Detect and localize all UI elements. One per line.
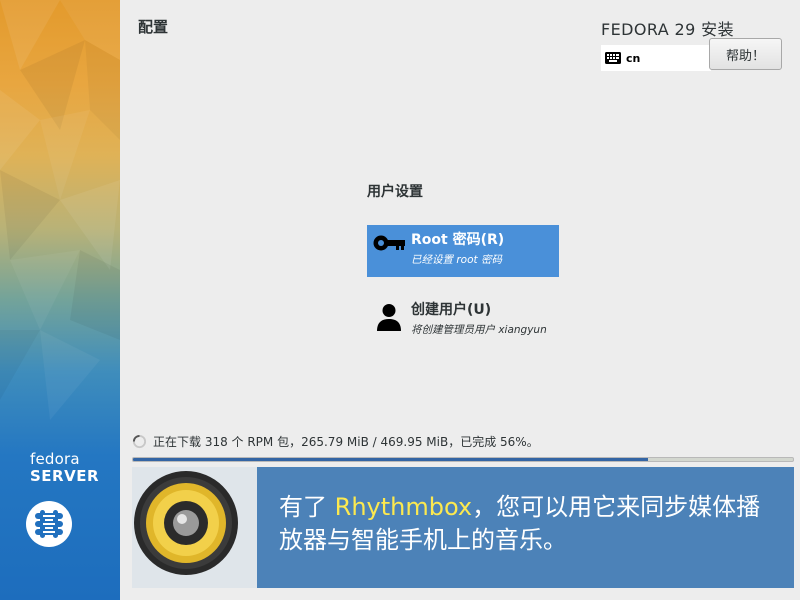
keyboard-icon (605, 52, 621, 64)
product-name: SERVER (30, 467, 100, 485)
banner-text: 有了 Rhythmbox，您可以用它来同步媒体播放器与智能手机上的音乐。 (279, 491, 784, 557)
help-button[interactable]: 帮助！ (709, 38, 782, 70)
user-icon (367, 301, 411, 331)
brand-name: fedora (30, 450, 80, 468)
keyboard-layout-indicator[interactable]: cn (601, 45, 711, 71)
product-title: FEDORA 29 安装 (601, 20, 734, 39)
root-password-spoke-status: 已经设置 root 密码 (411, 254, 502, 266)
anaconda-logo-icon (26, 501, 72, 547)
progress-bar-fill (133, 458, 648, 461)
key-icon (367, 231, 411, 253)
banner-text-prefix: 有了 (279, 493, 335, 521)
root-password-spoke[interactable]: Root 密码(R) 已经设置 root 密码 (367, 225, 559, 277)
banner-highlight: Rhythmbox (334, 493, 473, 521)
speaker-icon (132, 467, 257, 588)
create-user-spoke[interactable]: 创建用户(U) 将创建管理员用户 xiangyun (367, 295, 559, 347)
sidebar: fedora SERVER (0, 0, 120, 600)
keyboard-layout-label: cn (626, 51, 641, 65)
rhythmbox-banner: 有了 Rhythmbox，您可以用它来同步媒体播放器与智能手机上的音乐。 (132, 467, 794, 588)
progress-bar (132, 457, 794, 462)
progress-status: 正在下载 318 个 RPM 包，265.79 MiB / 469.95 MiB… (132, 433, 539, 450)
progress-status-text: 正在下载 318 个 RPM 包，265.79 MiB / 469.95 MiB… (153, 435, 539, 449)
user-settings-title: 用户设置 (367, 184, 423, 200)
spinner-icon (132, 434, 147, 449)
root-password-spoke-title: Root 密码(R) (411, 232, 505, 248)
page-title: 配置 (138, 18, 169, 36)
fedora-server-brand: fedora SERVER (30, 452, 99, 484)
create-user-spoke-title: 创建用户(U) (411, 302, 492, 318)
create-user-spoke-status: 将创建管理员用户 xiangyun (411, 324, 547, 336)
